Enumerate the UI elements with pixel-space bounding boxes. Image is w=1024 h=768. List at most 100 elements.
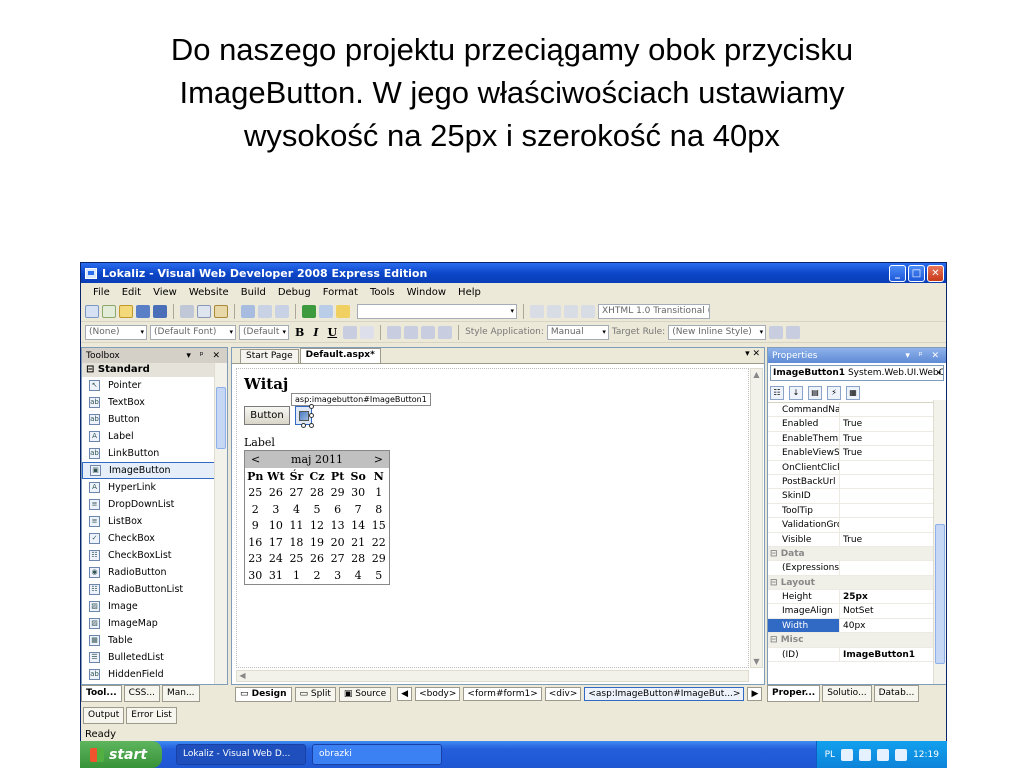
calendar-prev-link[interactable]: < [251,453,260,466]
asp-button[interactable]: Button [244,406,290,425]
property-postbackurl[interactable]: PostBackUrl [768,474,946,490]
bulleted-list-icon[interactable] [421,325,436,339]
calendar-day[interactable]: 4 [286,503,307,516]
calendar-day[interactable]: 19 [307,536,328,549]
bold-button[interactable]: B [292,326,307,339]
task-obrazki-folder[interactable]: obrazki [312,744,442,765]
tab-error-list[interactable]: Error List [126,707,177,724]
resize-handle[interactable] [301,423,306,428]
calendar-control[interactable]: < maj 2011 > Pn Wt Śr Cz Pt So N 25 26 27 28 29 30 1 2… [244,450,390,585]
maximize-button[interactable]: □ [908,264,925,282]
tab-design-view[interactable]: ▭ Design [235,686,292,702]
property-width[interactable]: Width 40px [768,618,946,634]
calendar-day[interactable]: 2 [245,503,266,516]
italic-button[interactable]: I [310,326,321,339]
editor-vertical-scrollbar[interactable]: ▲ ▼ [750,368,763,668]
category-misc[interactable]: ⊟ Misc [768,633,946,648]
menu-window[interactable]: Window [401,287,452,298]
underline-button[interactable]: U [324,326,340,339]
breadcrumb-imagebutton[interactable]: <asp:ImageButton#ImageBut...> [584,687,745,701]
category-data[interactable]: ⊟ Data [768,546,946,562]
toolbox-item-checkbox[interactable]: ✓ CheckBox [82,530,227,547]
calendar-day[interactable]: 29 [327,486,348,499]
property-skinid[interactable]: SkinID [768,489,946,504]
property-pages-icon[interactable]: ▦ [846,385,860,400]
toolbox-header[interactable]: Toolbox ▾ ᵖ ✕ [82,348,227,363]
calendar-day[interactable]: 28 [307,486,328,499]
calendar-day[interactable]: 20 [327,536,348,549]
breadcrumb-scroll-left[interactable]: ◀ [397,687,413,701]
property-id[interactable]: (ID) ImageButton1 [768,647,946,663]
calendar-day[interactable]: 11 [286,519,307,532]
tab-output[interactable]: Output [83,707,125,724]
doctype-select[interactable]: XHTML 1.0 Transitional ( [598,303,710,319]
menu-tools[interactable]: Tools [364,287,401,298]
numbered-list-icon[interactable] [404,325,419,339]
asp-label[interactable]: Label [244,436,275,449]
properties-icon[interactable]: ▤ [808,385,822,400]
toolbox-item-listbox[interactable]: ≡ ListBox [82,513,227,530]
property-enabletheming[interactable]: EnableThemingTrue [768,431,946,447]
toolbox-group-standard[interactable]: ⊟ Standard [82,363,227,377]
block-format-select[interactable]: (None) ▾ [85,324,147,340]
find-combo[interactable]: ▾ [357,303,517,319]
toolbox-item-checkboxlist[interactable]: ☷ CheckBoxList [82,547,227,564]
breadcrumb-form[interactable]: <form#form1> [463,687,542,701]
font-select[interactable]: (Default Font) ▾ [150,324,236,340]
property-onclientclick[interactable]: OnClientClick [768,460,946,475]
calendar-day[interactable]: 22 [368,536,389,549]
undo-icon[interactable] [241,304,255,318]
calendar-day[interactable]: 27 [286,486,307,499]
categorized-icon[interactable]: ☷ [770,385,784,400]
menu-file[interactable]: File [87,287,116,298]
property-enableviewstate[interactable]: EnableViewStateTrue [768,446,946,461]
breadcrumb-div[interactable]: <div> [544,687,582,701]
calendar-day[interactable]: 31 [266,569,287,582]
calendar-day[interactable]: 18 [286,536,307,549]
calendar-day[interactable]: 23 [245,552,266,565]
menu-website[interactable]: Website [183,287,235,298]
calendar-day[interactable]: 5 [368,569,389,582]
property-height[interactable]: Height 25px [768,590,946,605]
justify-icon[interactable] [387,325,402,339]
calendar-day[interactable]: 25 [286,552,307,565]
property-visible[interactable]: Visible True [768,532,946,547]
calendar-day[interactable]: 3 [266,503,287,516]
network-tray-icon[interactable] [859,748,872,761]
calendar-day[interactable]: 28 [348,552,369,565]
toolbox-item-radiobuttonlist[interactable]: ☷ RadioButtonList [82,581,227,598]
tab-split-view[interactable]: ▭ Split [294,686,336,702]
calendar-day[interactable]: 1 [368,486,389,499]
language-indicator[interactable]: PL [825,750,835,760]
indent-icon[interactable] [530,304,544,318]
uncomment-icon[interactable] [581,304,595,318]
hyperlink-icon[interactable] [438,325,453,339]
menu-view[interactable]: View [147,287,183,298]
design-surface[interactable]: Witaj asp:imagebutton#ImageButton1 Butto… [236,368,749,668]
redo-icon[interactable] [258,304,272,318]
resize-handle[interactable] [309,423,314,428]
events-icon[interactable]: ⚡ [827,385,841,400]
property-validationgroup[interactable]: ValidationGroup [768,518,946,533]
toolbox-item-image[interactable]: ▨ Image [82,598,227,615]
close-button[interactable]: ✕ [927,264,944,282]
toolbox-item-radiobutton[interactable]: ◉ RadioButton [82,564,227,581]
calendar-day[interactable]: 9 [245,519,266,532]
calendar-day[interactable]: 25 [245,486,266,499]
outdent-icon[interactable] [547,304,561,318]
find-icon[interactable] [319,304,333,318]
calendar-day[interactable]: 2 [307,569,328,582]
security-tray-icon[interactable] [877,748,890,761]
style-application-select[interactable]: Manual ▾ [546,324,609,340]
copy-icon[interactable] [197,304,211,318]
calendar-day[interactable]: 6 [327,503,348,516]
attach-stylesheet-icon[interactable] [786,325,801,339]
calendar-day[interactable]: 8 [368,503,389,516]
tab-default-aspx[interactable]: Default.aspx* [299,348,381,363]
menu-format[interactable]: Format [317,287,364,298]
navigate-back-icon[interactable] [275,304,289,318]
volume-tray-icon[interactable] [895,748,908,761]
foreground-color-icon[interactable] [343,325,358,339]
toolbox-item-linkbutton[interactable]: ab LinkButton [82,445,227,462]
tab-start-page[interactable]: Start Page [240,349,299,363]
